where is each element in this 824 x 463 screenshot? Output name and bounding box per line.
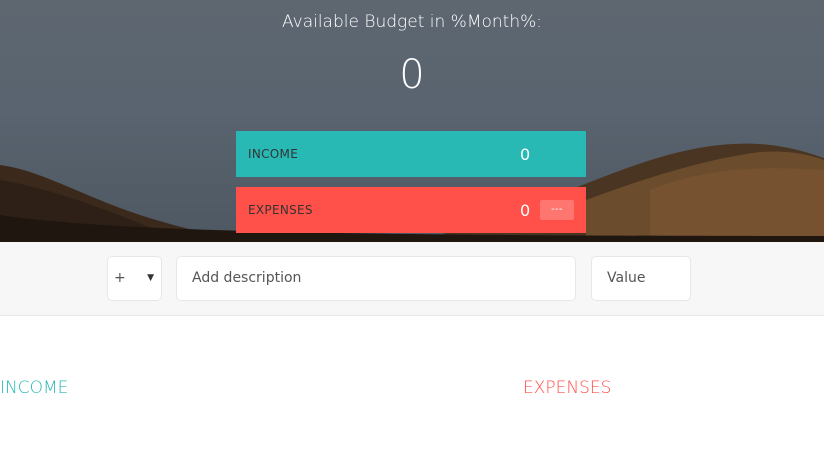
chevron-down-icon: ▼: [147, 273, 154, 283]
value-input[interactable]: Value: [591, 256, 691, 301]
income-summary: INCOME 0: [236, 131, 586, 177]
budget-value: 0: [399, 52, 425, 98]
description-input[interactable]: Add description: [176, 256, 576, 301]
income-summary-label: INCOME: [248, 147, 299, 161]
add-entry-bar: + ▼ Add description Value: [0, 242, 824, 316]
expenses-summary-label: EXPENSES: [248, 203, 313, 217]
expenses-percentage-badge: ---: [540, 200, 574, 220]
budget-header: Available Budget in %Month%: 0 INCOME 0 …: [0, 0, 824, 242]
type-select-value: +: [114, 270, 126, 286]
budget-title: Available Budget in %Month%:: [282, 12, 542, 32]
income-list-title: INCOME: [0, 378, 69, 398]
income-summary-value: 0: [520, 144, 531, 164]
expenses-list-title: EXPENSES: [523, 378, 612, 398]
expenses-summary: EXPENSES 0 ---: [236, 187, 586, 233]
type-select[interactable]: + ▼: [107, 256, 162, 301]
expenses-summary-value: 0: [520, 200, 531, 220]
